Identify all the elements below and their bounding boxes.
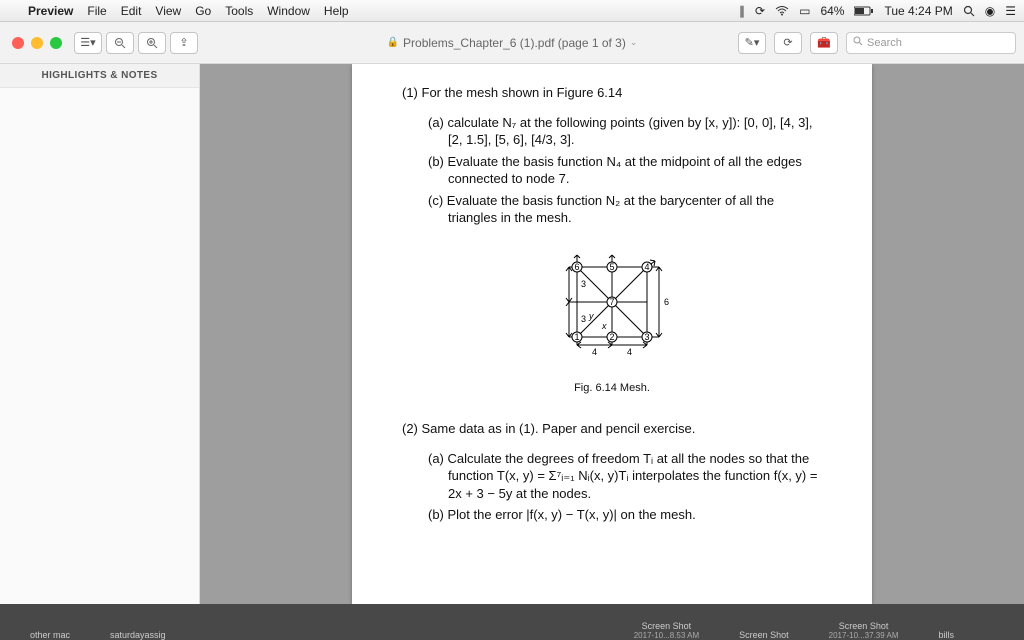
notification-icon[interactable]: ☰ bbox=[1005, 4, 1016, 18]
spotlight-icon[interactable] bbox=[963, 5, 975, 17]
svg-text:1: 1 bbox=[574, 332, 579, 342]
svg-text:3: 3 bbox=[581, 279, 586, 289]
menubar: Preview File Edit View Go Tools Window H… bbox=[0, 0, 1024, 22]
q1: (1) For the mesh shown in Figure 6.14 bbox=[402, 84, 822, 102]
traffic-lights bbox=[0, 37, 74, 49]
toolbar-right: ✎▾ ⟳ 🧰 Search bbox=[738, 32, 1024, 54]
markup-button[interactable]: 🧰 bbox=[810, 32, 838, 54]
q2b: (b) Plot the error |f(x, y) − T(x, y)| o… bbox=[428, 506, 822, 524]
q1b: (b) Evaluate the basis function N₄ at th… bbox=[428, 153, 822, 188]
title-text: Problems_Chapter_6 (1).pdf (page 1 of 3) bbox=[403, 36, 626, 50]
minimize-button[interactable] bbox=[31, 37, 43, 49]
wifi-icon[interactable] bbox=[775, 6, 789, 16]
menu-go[interactable]: Go bbox=[195, 4, 211, 18]
pause-icon[interactable]: ∥ bbox=[739, 4, 745, 18]
svg-text:4: 4 bbox=[644, 262, 649, 272]
menu-file[interactable]: File bbox=[87, 4, 106, 18]
menubar-right: ∥ ⟳ ▭ 64% Tue 4:24 PM ◉ ☰ bbox=[739, 4, 1016, 18]
dock-item-screenshot-3[interactable]: Screen Shot2017-10...37.39 AM bbox=[829, 621, 899, 640]
menu-edit[interactable]: Edit bbox=[121, 4, 142, 18]
sidebar-view-button[interactable]: ☰▾ bbox=[74, 32, 102, 54]
menu-view[interactable]: View bbox=[155, 4, 181, 18]
app-name[interactable]: Preview bbox=[28, 4, 73, 18]
figure-6-14: 1 2 3 4 5 6 7 3 3 6 4 4 y bbox=[402, 247, 822, 372]
svg-text:6: 6 bbox=[574, 262, 579, 272]
document-area[interactable]: (1) For the mesh shown in Figure 6.14 (a… bbox=[200, 64, 1024, 604]
chevron-down-icon[interactable]: ⌄ bbox=[630, 37, 638, 48]
search-field[interactable]: Search bbox=[846, 32, 1016, 54]
search-icon bbox=[853, 36, 863, 49]
q2a: (a) Calculate the degrees of freedom Tᵢ … bbox=[428, 450, 822, 503]
sidebar: HIGHLIGHTS & NOTES bbox=[0, 64, 200, 604]
clock[interactable]: Tue 4:24 PM bbox=[884, 4, 952, 18]
highlight-button[interactable]: ✎▾ bbox=[738, 32, 766, 54]
rotate-button[interactable]: ⟳ bbox=[774, 32, 802, 54]
svg-text:4: 4 bbox=[592, 347, 597, 357]
pdf-page: (1) For the mesh shown in Figure 6.14 (a… bbox=[352, 64, 872, 604]
svg-text:2: 2 bbox=[609, 332, 614, 342]
svg-text:y: y bbox=[588, 311, 594, 321]
main: HIGHLIGHTS & NOTES (1) For the mesh show… bbox=[0, 64, 1024, 604]
zoom-button[interactable] bbox=[50, 37, 62, 49]
lock-icon: 🔒 bbox=[387, 37, 399, 48]
battery-icon[interactable] bbox=[854, 6, 874, 16]
dock-item-screenshot-2[interactable]: Screen Shot bbox=[739, 630, 789, 640]
q2: (2) Same data as in (1). Paper and penci… bbox=[402, 420, 822, 438]
svg-text:3: 3 bbox=[644, 332, 649, 342]
sync-icon[interactable]: ⟳ bbox=[755, 4, 765, 18]
menu-help[interactable]: Help bbox=[324, 4, 349, 18]
display-icon[interactable]: ▭ bbox=[799, 4, 810, 18]
svg-text:6: 6 bbox=[664, 297, 669, 307]
window-toolbar: ☰▾ ⇪ 🔒 Problems_Chapter_6 (1).pdf (page … bbox=[0, 22, 1024, 64]
menu-tools[interactable]: Tools bbox=[225, 4, 253, 18]
svg-text:7: 7 bbox=[609, 297, 614, 307]
svg-text:3: 3 bbox=[581, 314, 586, 324]
window-title: 🔒 Problems_Chapter_6 (1).pdf (page 1 of … bbox=[387, 36, 638, 50]
dock[interactable]: other mac saturdayassig Screen Shot2017-… bbox=[0, 604, 1024, 640]
svg-text:4: 4 bbox=[627, 347, 632, 357]
siri-icon[interactable]: ◉ bbox=[985, 4, 995, 18]
q1c: (c) Evaluate the basis function N₂ at th… bbox=[428, 192, 822, 227]
dock-item-bills[interactable]: bills bbox=[938, 630, 954, 640]
share-button[interactable]: ⇪ bbox=[170, 32, 198, 54]
svg-text:x: x bbox=[601, 321, 607, 331]
dock-item-other-mac[interactable]: other mac bbox=[30, 630, 70, 640]
svg-text:5: 5 bbox=[609, 262, 614, 272]
menubar-left: Preview File Edit View Go Tools Window H… bbox=[8, 4, 349, 18]
dock-item-saturdayassig[interactable]: saturdayassig bbox=[110, 630, 166, 640]
dock-item-screenshot-1[interactable]: Screen Shot2017-10...8.53 AM bbox=[634, 621, 699, 640]
search-placeholder: Search bbox=[867, 37, 902, 49]
sidebar-tab-highlights[interactable]: HIGHLIGHTS & NOTES bbox=[0, 64, 199, 88]
zoom-in-button[interactable] bbox=[138, 32, 166, 54]
figure-caption: Fig. 6.14 Mesh. bbox=[402, 381, 822, 396]
zoom-out-button[interactable] bbox=[106, 32, 134, 54]
q1a: (a) calculate N₇ at the following points… bbox=[428, 114, 822, 149]
close-button[interactable] bbox=[12, 37, 24, 49]
battery-percent: 64% bbox=[820, 4, 844, 18]
menu-window[interactable]: Window bbox=[267, 4, 310, 18]
